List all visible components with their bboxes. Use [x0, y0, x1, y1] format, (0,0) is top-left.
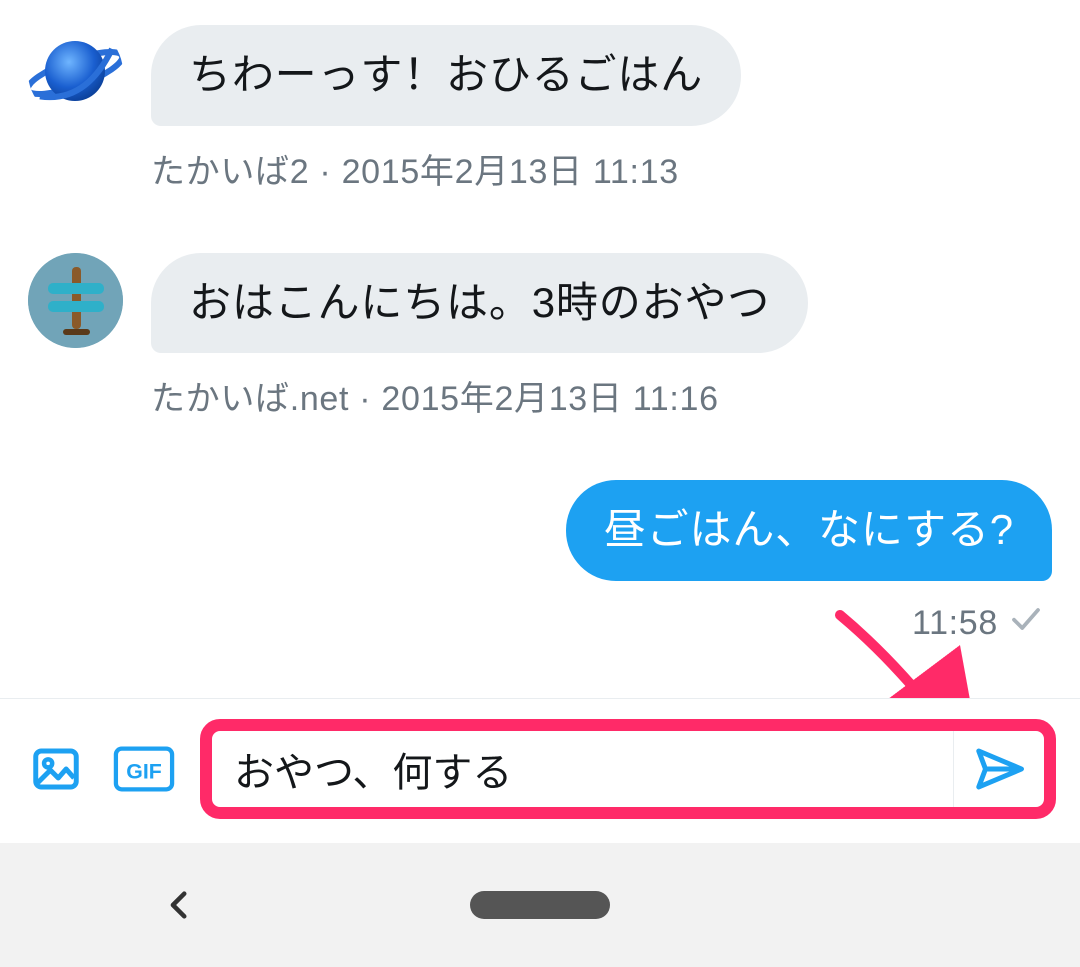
avatar[interactable]	[28, 253, 123, 348]
signpost-icon	[28, 253, 123, 348]
back-icon	[163, 888, 197, 922]
attach-gif-button[interactable]: GIF	[112, 737, 176, 801]
message-stack: おはこんにちは。3時のおやつ たかいば.net · 2015年2月13日 11:…	[151, 253, 1052, 421]
message-input[interactable]	[232, 746, 953, 793]
message-stack: ちわーっす！おひるごはん たかいば2 · 2015年2月13日 11:13	[151, 25, 1052, 193]
message-row: ちわーっす！おひるごはん たかいば2 · 2015年2月13日 11:13	[28, 25, 1052, 193]
attach-image-button[interactable]	[24, 737, 88, 801]
message-time: 11:58	[912, 604, 998, 643]
saturn-icon	[28, 25, 123, 120]
nav-home-pill[interactable]	[470, 891, 610, 919]
message-bubble[interactable]: ちわーっす！おひるごはん	[151, 25, 741, 126]
message-bubble[interactable]: 昼ごはん、なにする?	[566, 480, 1052, 581]
message-row: 昼ごはん、なにする? 11:58	[28, 480, 1052, 646]
message-meta: たかいば.net · 2015年2月13日 11:16	[151, 371, 1052, 420]
send-button[interactable]	[953, 731, 1044, 807]
android-nav-bar	[0, 843, 1080, 967]
nav-back-button[interactable]	[0, 843, 360, 967]
send-icon	[972, 742, 1026, 796]
highlighted-compose-area	[200, 719, 1056, 819]
image-icon	[29, 742, 83, 796]
message-meta: 11:58	[912, 601, 1052, 646]
message-bubble[interactable]: おはこんにちは。3時のおやつ	[151, 253, 808, 354]
message-meta: たかいば2 · 2015年2月13日 11:13	[151, 144, 1052, 193]
composer: GIF	[0, 698, 1080, 843]
message-row: おはこんにちは。3時のおやつ たかいば.net · 2015年2月13日 11:…	[28, 253, 1052, 421]
avatar[interactable]	[28, 25, 123, 120]
check-icon	[1008, 601, 1044, 646]
dm-screen: ちわーっす！おひるごはん たかいば2 · 2015年2月13日 11:13 おは…	[0, 0, 1080, 967]
gif-icon: GIF	[113, 742, 175, 796]
conversation-pane[interactable]: ちわーっす！おひるごはん たかいば2 · 2015年2月13日 11:13 おは…	[0, 0, 1080, 698]
svg-text:GIF: GIF	[126, 760, 162, 784]
